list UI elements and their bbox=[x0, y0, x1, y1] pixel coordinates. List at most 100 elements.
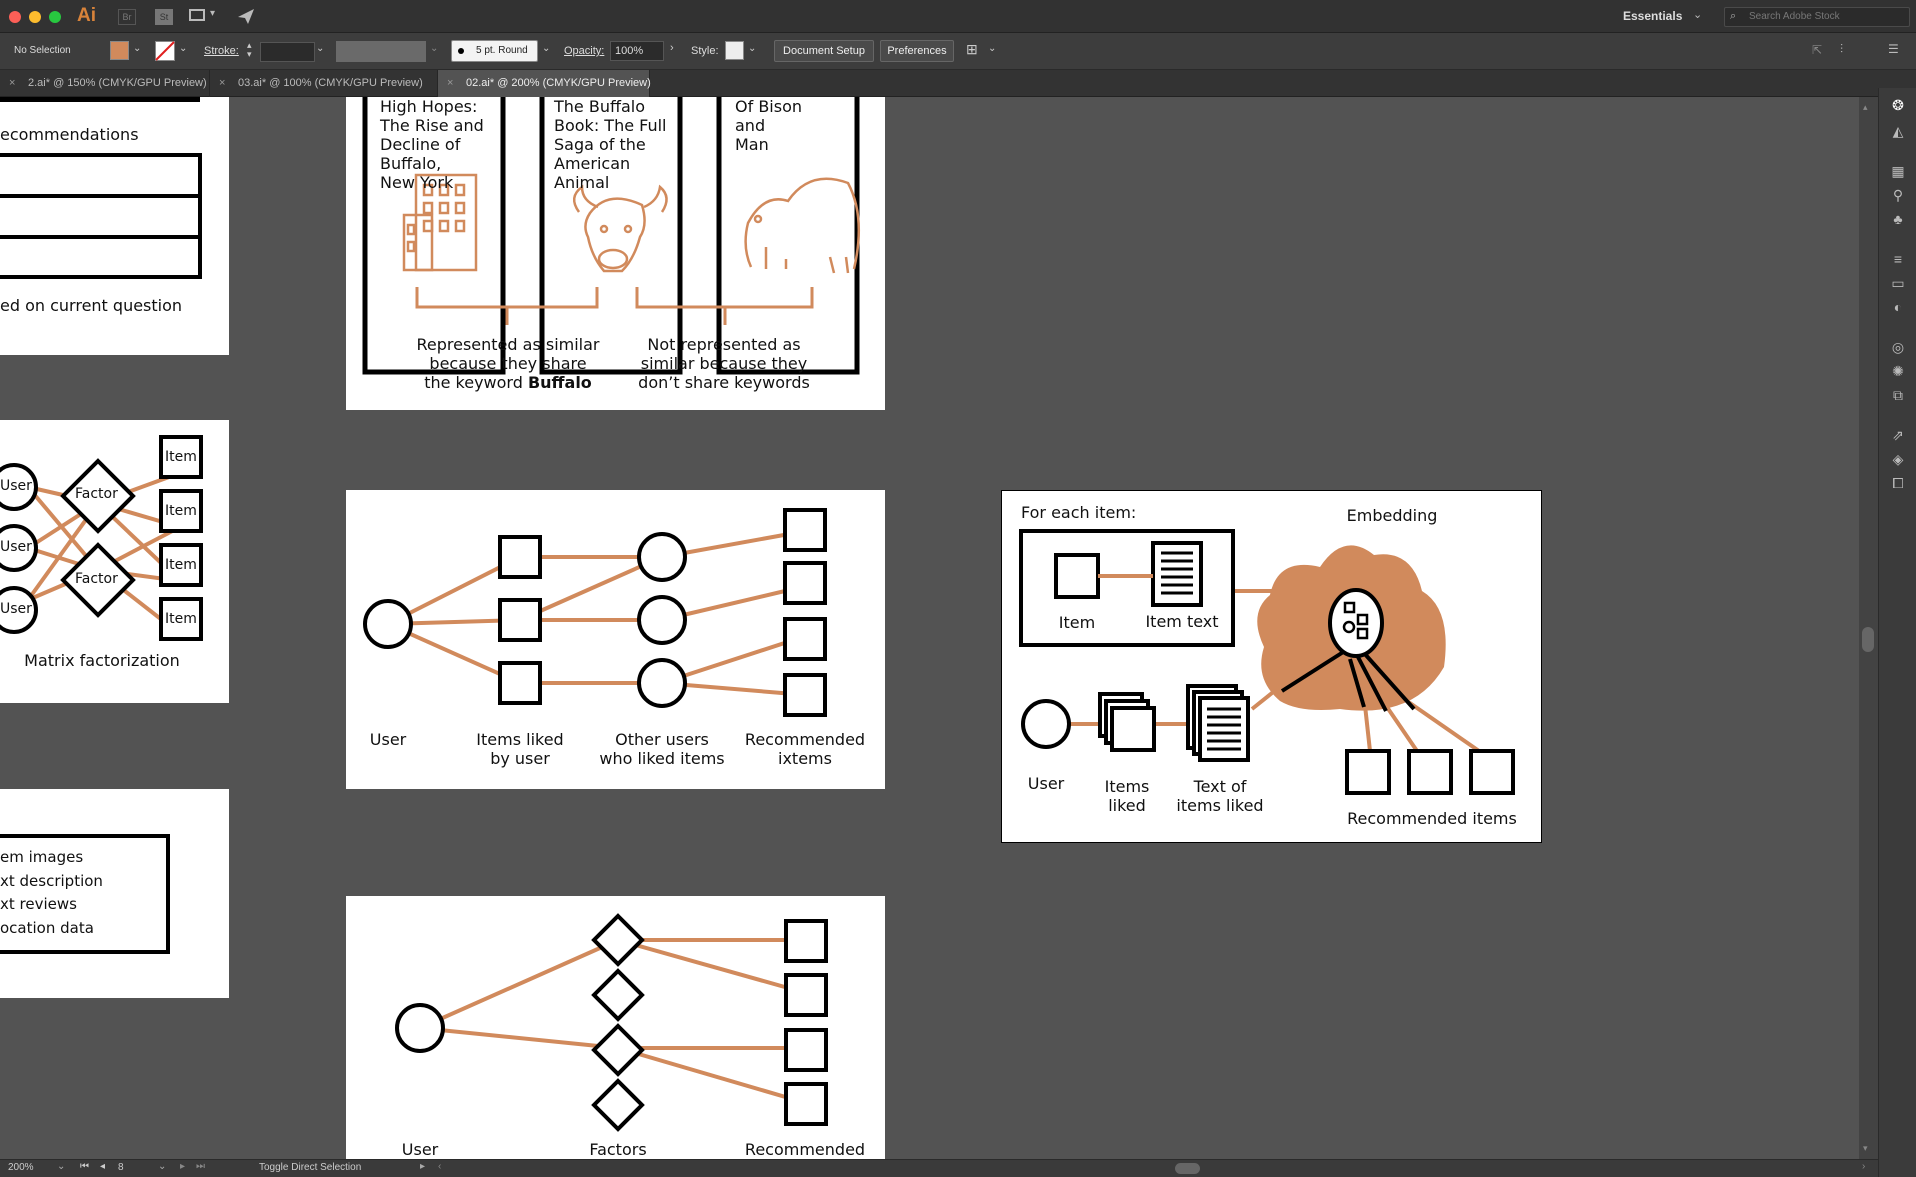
scroll-up-icon[interactable]: ▴ bbox=[1863, 102, 1868, 113]
brush-definition[interactable]: 5 pt. Round bbox=[451, 40, 538, 62]
next-artboard-icon[interactable]: ▸ bbox=[180, 1161, 185, 1172]
brushes-icon[interactable]: ⚲ bbox=[1888, 185, 1908, 205]
status-menu-icon[interactable]: ▸ bbox=[420, 1161, 425, 1172]
stroke-stepper[interactable]: ▴ ▾ bbox=[247, 41, 252, 59]
close-icon[interactable]: × bbox=[219, 70, 225, 97]
variable-width-profile[interactable] bbox=[336, 41, 426, 62]
items-liked-label-line: Items bbox=[1104, 777, 1150, 796]
factor-node-label: Factor bbox=[75, 486, 118, 502]
workspace-switcher[interactable]: Essentials bbox=[1623, 9, 1682, 23]
menu-icon[interactable]: ☰ bbox=[1888, 42, 1899, 56]
artboards-icon[interactable]: ⧠ bbox=[1888, 473, 1908, 493]
graphic-style-swatch[interactable] bbox=[725, 41, 744, 60]
transform-icon[interactable]: ⇱ bbox=[1812, 43, 1822, 57]
user-node-label: User bbox=[0, 601, 32, 617]
book-title-line: The Rise and bbox=[380, 116, 484, 135]
symbols-icon[interactable]: ♣ bbox=[1888, 209, 1908, 229]
chevron-down-icon[interactable]: ⌄ bbox=[542, 43, 550, 54]
book-title-line: Animal bbox=[554, 173, 610, 192]
arrange-icon[interactable]: ⊞ bbox=[966, 41, 978, 58]
book-title-line: Buffalo, bbox=[380, 154, 442, 173]
tab-document-03[interactable]: × 03.ai* @ 100% (CMYK/GPU Preview) bbox=[210, 70, 438, 97]
opacity-label[interactable]: Opacity: bbox=[564, 45, 604, 57]
first-artboard-icon[interactable]: ⏮ bbox=[80, 1161, 89, 1172]
chevron-down-icon[interactable]: ⌄ bbox=[57, 1161, 65, 1172]
chevron-down-icon[interactable]: ⌄ bbox=[316, 43, 324, 54]
chevron-right-icon[interactable]: › bbox=[670, 42, 674, 54]
stock-search-field[interactable]: ⌕ Search Adobe Stock bbox=[1724, 7, 1910, 27]
libraries-icon[interactable]: ◭ bbox=[1888, 121, 1908, 141]
stroke-panel-icon[interactable]: ≡ bbox=[1888, 249, 1908, 269]
buffalo-head-icon bbox=[573, 184, 668, 273]
artboard-embedding[interactable]: For each item: Embedding Item Item text … bbox=[1001, 490, 1542, 843]
chevron-down-icon[interactable]: ⌄ bbox=[179, 43, 187, 54]
artboard-factors[interactable]: User Factors Recommended bbox=[346, 896, 885, 1159]
appearance-icon[interactable]: ◎ bbox=[1888, 337, 1908, 357]
graphic-styles-icon[interactable]: ✺ bbox=[1888, 361, 1908, 381]
item-data-line: xt reviews bbox=[0, 895, 77, 913]
tab-document-02[interactable]: × 02.ai* @ 200% (CMYK/GPU Preview) bbox=[438, 70, 651, 97]
artboard-keyword-similarity[interactable]: High Hopes: The Rise and Decline of Buff… bbox=[346, 97, 885, 410]
search-placeholder: Search Adobe Stock bbox=[1749, 11, 1840, 22]
factors-diagram bbox=[395, 913, 828, 1132]
artboard-recommendations[interactable]: ecommendations ed on current question bbox=[0, 97, 229, 355]
scroll-right-icon[interactable]: › bbox=[1862, 1161, 1865, 1172]
stroke-swatch-none-icon[interactable] bbox=[155, 41, 175, 61]
item-data-line: xt description bbox=[0, 872, 103, 890]
stock-icon[interactable]: St bbox=[155, 9, 173, 25]
close-window-button[interactable] bbox=[9, 11, 21, 23]
arrange-documents-icon[interactable] bbox=[189, 9, 205, 21]
document-canvas[interactable]: ecommendations ed on current question Us… bbox=[0, 97, 1866, 1159]
preferences-button[interactable]: Preferences bbox=[880, 40, 954, 62]
chevron-down-icon[interactable]: ⌄ bbox=[158, 1161, 166, 1172]
opacity-field[interactable]: 100% bbox=[610, 41, 664, 61]
for-each-item-label: For each item: bbox=[1021, 503, 1137, 522]
scroll-left-icon[interactable]: ‹ bbox=[438, 1161, 441, 1172]
layers-icon[interactable]: ◈ bbox=[1888, 449, 1908, 469]
export-icon[interactable]: ⇗ bbox=[1888, 425, 1908, 445]
brush-dot-icon bbox=[458, 48, 464, 54]
bridge-icon[interactable]: Br bbox=[118, 9, 136, 25]
last-artboard-icon[interactable]: ⏭ bbox=[196, 1161, 205, 1172]
chevron-down-icon[interactable]: ▾ bbox=[210, 8, 215, 19]
minimize-window-button[interactable] bbox=[29, 11, 41, 23]
align-icon[interactable]: ⫶ bbox=[1840, 42, 1843, 57]
zoom-window-button[interactable] bbox=[49, 11, 61, 23]
stroke-weight-field[interactable] bbox=[260, 42, 315, 62]
item-node-label: Item bbox=[165, 449, 197, 465]
fill-swatch[interactable] bbox=[110, 41, 129, 60]
scrollbar-thumb[interactable] bbox=[1862, 627, 1874, 652]
chevron-down-icon[interactable]: ⌄ bbox=[1693, 8, 1702, 21]
item-data-line: ocation data bbox=[0, 919, 94, 937]
control-bar: No Selection ⌄ ⌄ Stroke: ▴ ▾ ⌄ ⌄ 5 pt. Ro… bbox=[0, 33, 1916, 70]
properties-icon[interactable]: ❂ bbox=[1888, 95, 1908, 115]
artboard-number[interactable]: 8 bbox=[118, 1162, 124, 1173]
close-icon[interactable]: × bbox=[447, 70, 453, 97]
artboard-collaborative-filtering[interactable]: User Items liked by user Other users who… bbox=[346, 490, 885, 789]
artboard-item-data[interactable]: em images xt description xt reviews ocat… bbox=[0, 789, 229, 998]
transparency-icon[interactable]: ◐ bbox=[1888, 297, 1908, 317]
chevron-down-icon[interactable]: ⌄ bbox=[133, 43, 141, 54]
swatches-icon[interactable]: ▦ bbox=[1888, 161, 1908, 181]
book-title-line: Decline of bbox=[380, 135, 461, 154]
horizontal-scrollbar-thumb[interactable] bbox=[1175, 1163, 1200, 1174]
stroke-label[interactable]: Stroke: bbox=[204, 45, 239, 57]
user-node-label: User bbox=[0, 478, 32, 494]
chevron-down-icon[interactable]: ⌄ bbox=[430, 43, 438, 54]
send-icon[interactable] bbox=[236, 7, 256, 25]
chevron-down-icon[interactable]: ⌄ bbox=[748, 43, 756, 54]
artboard-matrix-factorization[interactable]: User User User Factor Factor Item Item I… bbox=[0, 420, 229, 703]
tab-document-2[interactable]: × 2.ai* @ 150% (CMYK/GPU Preview) bbox=[0, 70, 210, 97]
selection-status: No Selection bbox=[14, 45, 71, 56]
scroll-down-icon[interactable]: ▾ bbox=[1863, 1143, 1868, 1154]
zoom-level[interactable]: 200% bbox=[8, 1162, 34, 1173]
chevron-down-icon[interactable]: ⌄ bbox=[988, 43, 996, 54]
image-trace-icon[interactable]: ⧉ bbox=[1888, 385, 1908, 405]
book-title-line: and bbox=[735, 116, 766, 135]
gradient-icon[interactable]: ▭ bbox=[1888, 273, 1908, 293]
document-setup-button[interactable]: Document Setup bbox=[774, 40, 874, 62]
close-icon[interactable]: × bbox=[9, 70, 15, 97]
text-liked-label-line: items liked bbox=[1176, 796, 1264, 815]
vertical-scrollbar[interactable]: ▴ ▾ bbox=[1859, 97, 1878, 1159]
previous-artboard-icon[interactable]: ◂ bbox=[100, 1161, 105, 1172]
